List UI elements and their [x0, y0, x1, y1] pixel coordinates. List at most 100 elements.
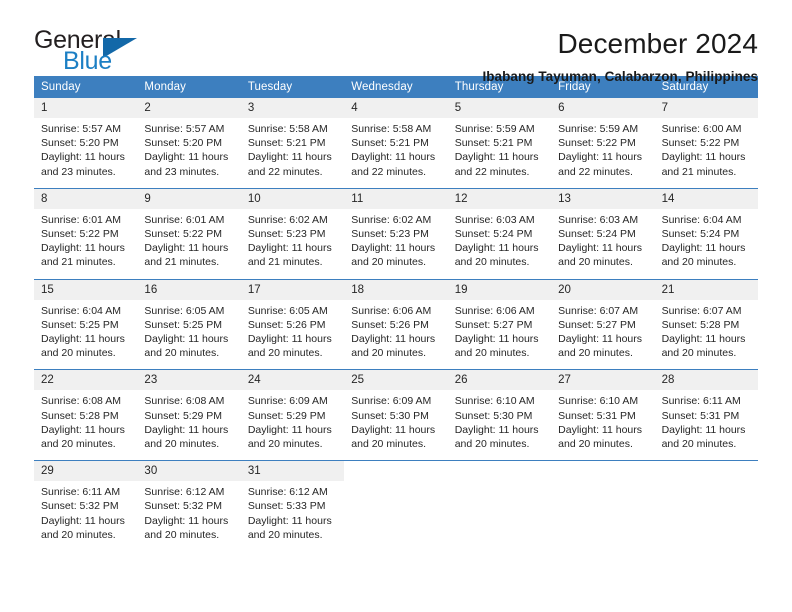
day-details: Sunrise: 6:10 AM Sunset: 5:31 PM Daylight:…	[551, 390, 654, 451]
sunset-text: Sunset: 5:25 PM	[144, 318, 223, 331]
day-number: 21	[654, 279, 758, 300]
weekday-header-tuesday: Tuesday	[247, 81, 293, 93]
sunset-text: Sunset: 5:26 PM	[247, 318, 326, 331]
day-cell[interactable]: 21 Sunrise: 6:07 AM Sunset: 5:28 PM Dayligh…	[654, 279, 758, 361]
day-details: Sunrise: 6:10 AM Sunset: 5:30 PM Daylight:…	[448, 390, 551, 451]
day-cell[interactable]: 11 Sunrise: 6:02 AM Sunset: 5:23 PM Dayligh…	[344, 188, 448, 270]
daylight-text: Daylight: 11 hours	[247, 333, 332, 346]
day-cell[interactable]: 22 Sunrise: 6:08 AM Sunset: 5:28 PM Dayligh…	[34, 370, 138, 452]
day-cell-empty	[551, 461, 655, 543]
sunrise-text: Sunrise: 6:03 AM	[454, 213, 535, 226]
day-details	[344, 481, 447, 485]
day-cell[interactable]: 6 Sunrise: 5:59 AM Sunset: 5:22 PM Daylight…	[551, 98, 655, 179]
sunset-text: Sunset: 5:22 PM	[41, 228, 119, 241]
day-number: 12	[447, 188, 552, 209]
daylight-text: Daylight: 11 hours	[558, 242, 642, 255]
sunset-text: Sunset: 5:31 PM	[661, 409, 740, 422]
day-cell[interactable]: 20 Sunrise: 6:07 AM Sunset: 5:27 PM Dayligh…	[551, 279, 655, 361]
day-cell[interactable]: 4 Sunrise: 5:58 AM Sunset: 5:21 PM Daylight…	[344, 98, 448, 179]
day-cell[interactable]: 29 Sunrise: 6:11 AM Sunset: 5:32 PM Dayligh…	[34, 461, 138, 543]
day-cell[interactable]: 10 Sunrise: 6:02 AM Sunset: 5:23 PM Dayligh…	[240, 188, 345, 270]
day-cell[interactable]: 28 Sunrise: 6:11 AM Sunset: 5:31 PM Dayligh…	[654, 370, 758, 452]
daylight-text: and 20 minutes.	[661, 347, 737, 360]
day-cell[interactable]: 9 Sunrise: 6:01 AM Sunset: 5:22 PM Daylight…	[137, 188, 241, 270]
daylight-text: and 23 minutes.	[144, 165, 220, 178]
day-details: Sunrise: 6:12 AM Sunset: 5:33 PM Daylight:…	[241, 481, 344, 542]
day-number: 3	[240, 98, 345, 118]
day-number	[654, 461, 758, 482]
daylight-text: and 22 minutes.	[351, 165, 426, 178]
sunrise-text: Sunrise: 6:10 AM	[558, 395, 639, 408]
day-cell[interactable]: 12 Sunrise: 6:03 AM Sunset: 5:24 PM Dayligh…	[447, 188, 552, 270]
day-cell[interactable]: 19 Sunrise: 6:06 AM Sunset: 5:27 PM Dayligh…	[447, 279, 552, 361]
day-cell[interactable]: 17 Sunrise: 6:05 AM Sunset: 5:26 PM Dayligh…	[240, 279, 345, 361]
day-details: Sunrise: 6:11 AM Sunset: 5:32 PM Daylight:…	[34, 481, 137, 542]
day-cell[interactable]: 27 Sunrise: 6:10 AM Sunset: 5:31 PM Dayligh…	[551, 370, 655, 452]
day-cell[interactable]: 18 Sunrise: 6:06 AM Sunset: 5:26 PM Dayligh…	[344, 279, 448, 361]
daylight-text: Daylight: 11 hours	[661, 151, 746, 164]
sunrise-text: Sunrise: 6:09 AM	[351, 395, 432, 408]
day-cell[interactable]: 3 Sunrise: 5:58 AM Sunset: 5:21 PM Daylight…	[240, 98, 345, 179]
day-details: Sunrise: 6:03 AM Sunset: 5:24 PM Daylight:…	[551, 209, 654, 270]
sunrise-text: Sunrise: 6:06 AM	[454, 304, 535, 317]
sunset-text: Sunset: 5:32 PM	[144, 500, 223, 513]
daylight-text: Daylight: 11 hours	[41, 151, 125, 164]
day-cell[interactable]: 24 Sunrise: 6:09 AM Sunset: 5:29 PM Dayligh…	[240, 370, 345, 452]
sunset-text: Sunset: 5:32 PM	[41, 500, 119, 513]
day-cell[interactable]: 23 Sunrise: 6:08 AM Sunset: 5:29 PM Dayligh…	[137, 370, 241, 452]
day-cell[interactable]: 1 Sunrise: 5:57 AM Sunset: 5:20 PM Daylight…	[34, 98, 138, 179]
day-number: 27	[551, 370, 655, 391]
day-number: 18	[344, 279, 448, 300]
day-cell[interactable]: 13 Sunrise: 6:03 AM Sunset: 5:24 PM Dayligh…	[551, 188, 655, 270]
daylight-text: Daylight: 11 hours	[454, 333, 539, 346]
general-blue-logo: General Blue	[34, 26, 149, 75]
daylight-text: Daylight: 11 hours	[661, 333, 746, 346]
sunrise-text: Sunrise: 6:07 AM	[661, 304, 742, 317]
daylight-text: Daylight: 11 hours	[454, 151, 539, 164]
sunrise-text: Sunrise: 5:59 AM	[454, 123, 535, 135]
day-details: Sunrise: 6:02 AM Sunset: 5:23 PM Daylight:…	[241, 209, 344, 270]
day-details: Sunrise: 6:00 AM Sunset: 5:22 PM Daylight:…	[655, 118, 758, 179]
day-details: Sunrise: 6:04 AM Sunset: 5:24 PM Daylight:…	[655, 209, 758, 270]
day-cell[interactable]: 14 Sunrise: 6:04 AM Sunset: 5:24 PM Dayligh…	[654, 188, 758, 270]
daylight-text: and 22 minutes.	[247, 165, 323, 178]
sunset-text: Sunset: 5:23 PM	[247, 228, 326, 241]
day-cell[interactable]: 5 Sunrise: 5:59 AM Sunset: 5:21 PM Daylight…	[447, 98, 552, 179]
daylight-text: and 20 minutes.	[41, 528, 116, 541]
sunset-text: Sunset: 5:21 PM	[247, 137, 326, 150]
daylight-text: and 21 minutes.	[41, 256, 116, 269]
day-cell[interactable]: 25 Sunrise: 6:09 AM Sunset: 5:30 PM Dayligh…	[344, 370, 448, 452]
day-cell[interactable]: 2 Sunrise: 5:57 AM Sunset: 5:20 PM Daylight…	[137, 98, 241, 179]
daylight-text: Daylight: 11 hours	[41, 423, 125, 436]
day-cell[interactable]: 16 Sunrise: 6:05 AM Sunset: 5:25 PM Dayligh…	[137, 279, 241, 361]
sunset-text: Sunset: 5:27 PM	[454, 318, 533, 331]
day-number: 28	[654, 370, 758, 391]
day-number: 22	[34, 370, 138, 391]
weeks-container: 1 Sunrise: 5:57 AM Sunset: 5:20 PM Daylight…	[34, 98, 758, 543]
daylight-text: and 20 minutes.	[454, 347, 530, 360]
day-details: Sunrise: 5:58 AM Sunset: 5:21 PM Daylight:…	[241, 118, 344, 179]
daylight-text: and 20 minutes.	[351, 256, 426, 269]
day-details: Sunrise: 6:05 AM Sunset: 5:25 PM Daylight:…	[137, 300, 240, 361]
day-number: 10	[240, 188, 345, 209]
day-number: 11	[344, 188, 448, 209]
day-cell[interactable]: 7 Sunrise: 6:00 AM Sunset: 5:22 PM Daylight…	[654, 98, 758, 179]
daylight-text: Daylight: 11 hours	[247, 423, 332, 436]
page-header: General Blue December 2024 Ibabang Tayum…	[0, 0, 792, 84]
sunset-text: Sunset: 5:30 PM	[454, 409, 533, 422]
day-number: 14	[654, 188, 758, 209]
sunrise-text: Sunrise: 6:09 AM	[247, 395, 328, 408]
day-cell[interactable]: 15 Sunrise: 6:04 AM Sunset: 5:25 PM Dayligh…	[34, 279, 138, 361]
day-cell[interactable]: 30 Sunrise: 6:12 AM Sunset: 5:32 PM Dayligh…	[137, 461, 241, 543]
day-cell[interactable]: 31 Sunrise: 6:12 AM Sunset: 5:33 PM Dayligh…	[240, 461, 345, 543]
sunset-text: Sunset: 5:25 PM	[41, 318, 119, 331]
daylight-text: Daylight: 11 hours	[454, 242, 539, 255]
sunset-text: Sunset: 5:24 PM	[661, 228, 740, 241]
day-number	[447, 461, 552, 482]
day-cell[interactable]: 26 Sunrise: 6:10 AM Sunset: 5:30 PM Dayligh…	[447, 370, 552, 452]
sunrise-text: Sunrise: 6:01 AM	[41, 213, 121, 226]
day-details: Sunrise: 6:09 AM Sunset: 5:30 PM Daylight:…	[344, 390, 447, 451]
weekday-header-monday: Monday	[144, 81, 186, 93]
week-row: 22 Sunrise: 6:08 AM Sunset: 5:28 PM Dayligh…	[34, 369, 758, 452]
day-cell[interactable]: 8 Sunrise: 6:01 AM Sunset: 5:22 PM Daylight…	[34, 188, 138, 270]
